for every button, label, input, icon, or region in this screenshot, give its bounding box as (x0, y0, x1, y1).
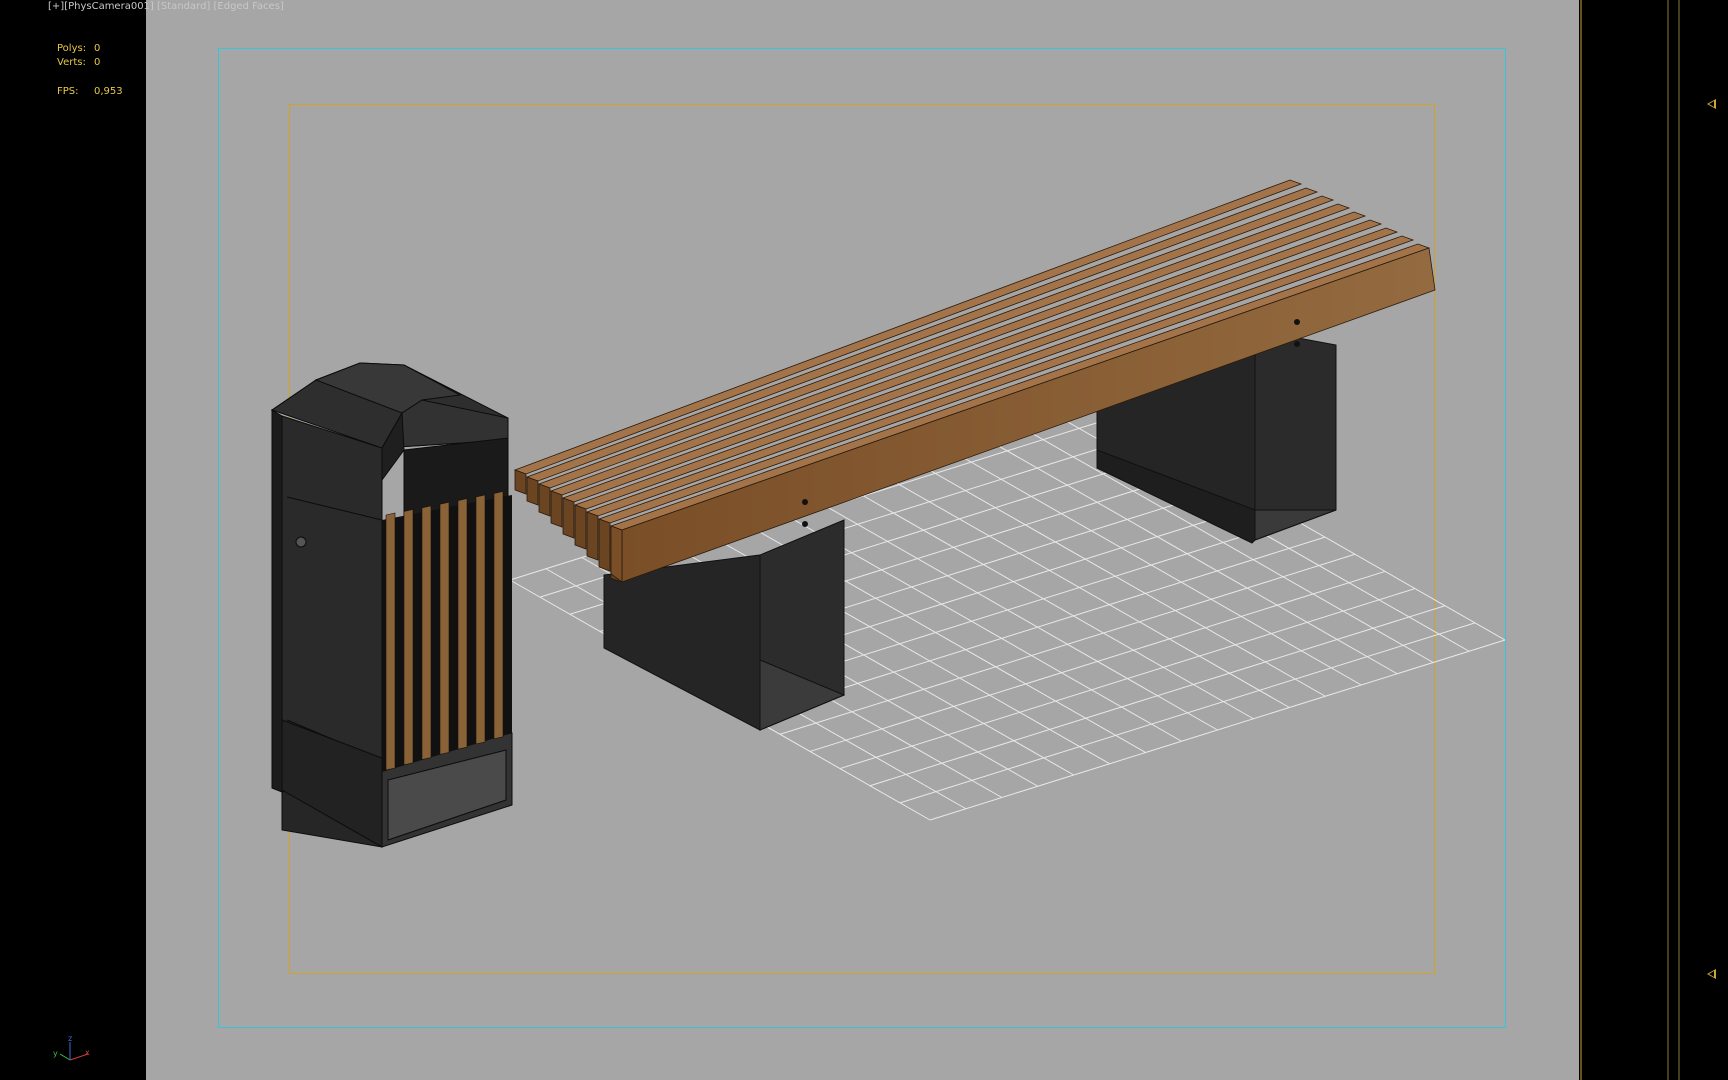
stat-fps: FPS: 0,953 (57, 86, 123, 97)
verts-value: 0 (94, 57, 101, 68)
stat-polys: Polys: 0 (57, 43, 100, 54)
bin-slat (421, 505, 432, 760)
viewport-edged-faces-menu[interactable]: [Edged Faces] (214, 1, 284, 12)
trash-bin (270, 362, 513, 848)
perspective-viewport[interactable]: x y z [+][PhysCamera001] [Standard] [Edg… (0, 0, 1728, 1080)
timeline-marker-top-icon[interactable] (1707, 99, 1716, 109)
bin-slat (475, 494, 486, 745)
polys-value: 0 (94, 43, 101, 54)
x-axis-label: x (85, 1048, 90, 1057)
bench-slat-end (562, 497, 575, 539)
viewport-label[interactable]: [+][PhysCamera001] [Standard] [Edged Fac… (48, 1, 284, 12)
bench-slat-end (586, 511, 599, 561)
z-axis-label: z (68, 1034, 72, 1043)
bin-slat (385, 512, 396, 771)
bench-slat-end (514, 469, 527, 495)
bolt (1294, 341, 1300, 347)
bench-slat-end (550, 490, 563, 528)
bin-slat (457, 498, 468, 750)
viewport-canvas[interactable]: x y z (0, 0, 1728, 1080)
bench-slat-end (574, 504, 587, 550)
bolt (802, 499, 808, 505)
viewport-general-menu[interactable]: [+] (48, 1, 64, 12)
bolt (802, 521, 808, 527)
bin-slat (493, 491, 504, 740)
left-panel (0, 0, 146, 1080)
viewport-point-of-view-menu[interactable]: [PhysCamera001] (64, 1, 154, 12)
timeline-marker-bottom-icon[interactable] (1707, 969, 1716, 979)
stat-verts: Verts: 0 (57, 57, 100, 68)
fps-value: 0,953 (94, 86, 123, 97)
bin-slat (439, 501, 450, 755)
y-axis-label: y (53, 1049, 58, 1058)
polys-label: Polys: (57, 43, 87, 54)
bench-slat-end (598, 518, 611, 572)
verts-label: Verts: (57, 57, 86, 68)
bench-slat-end (526, 476, 539, 506)
bin-slat (403, 509, 414, 766)
bench-slat-end (538, 483, 551, 517)
fps-label: FPS: (57, 86, 79, 97)
right-panel (1579, 0, 1728, 1080)
viewport-shading-menu[interactable]: [Standard] (157, 1, 210, 12)
bolt (1294, 319, 1300, 325)
bench-slat-end (610, 525, 623, 583)
